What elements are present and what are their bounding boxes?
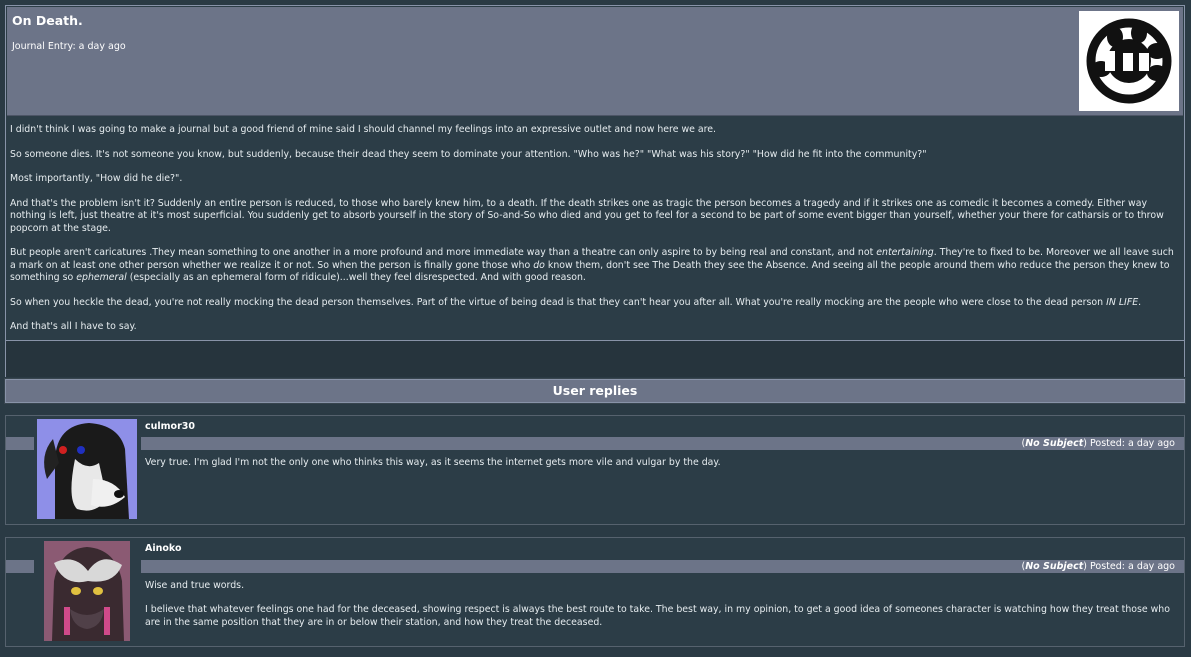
journal-paragraph: Most importantly, "How did he die?". <box>10 173 183 184</box>
reply-text: Very true. I'm glad I'm not the only one… <box>145 456 721 468</box>
journal-meta: Journal Entry: a day ago <box>12 41 126 52</box>
journal-header: On Death. Journal Entry: a day ago <box>7 7 1183 116</box>
reply-username[interactable]: culmor30 <box>145 421 195 432</box>
reply-text: Wise and true words. <box>145 579 245 591</box>
reply: culmor30 (No Subject) Posted: a day ago … <box>5 414 1185 525</box>
reply: Ainoko (No Subject) Posted: a day ago Wi… <box>5 536 1185 647</box>
reply-subject: No Subject <box>1025 560 1084 572</box>
reply-meta-bar: (No Subject) Posted: a day ago <box>141 436 1184 450</box>
reply-meta-bar: (No Subject) Posted: a day ago <box>141 559 1184 573</box>
reply-posted: Posted: a day ago <box>1090 437 1175 449</box>
emphasis-text: entertaining <box>876 247 934 258</box>
author-logo-icon <box>1081 13 1177 109</box>
journal-title: On Death. <box>12 13 83 28</box>
journal-paragraph: I didn't think I was going to make a jou… <box>10 124 717 135</box>
reply-username[interactable]: Ainoko <box>145 543 182 554</box>
user-avatar[interactable] <box>37 418 137 519</box>
reply-text: I believe that whatever feelings one had… <box>145 604 1170 628</box>
journal-footer <box>5 340 1185 377</box>
reply-subject: No Subject <box>1025 437 1084 449</box>
wolf-avatar-icon <box>44 540 130 641</box>
journal-paragraph: So when you heckle the dead, you're not … <box>10 296 1142 308</box>
reply-posted: Posted: a day ago <box>1090 560 1175 572</box>
replies-header: User replies <box>4 377 1186 404</box>
user-avatar[interactable] <box>44 540 130 641</box>
emphasis-text: do <box>533 259 545 271</box>
journal-paragraph: So someone dies. It's not someone you kn… <box>10 148 927 160</box>
journal-entry: On Death. Journal Entry: a day ago I did… <box>5 5 1185 341</box>
emphasis-text: IN LIFE <box>1106 296 1139 308</box>
dog-avatar-icon <box>37 418 137 519</box>
emphasis-text: ephemeral <box>76 272 127 283</box>
journal-body: I didn't think I was going to make a jou… <box>6 117 1184 340</box>
reply-body: Very true. I'm glad I'm not the only one… <box>145 457 1172 482</box>
reply-tab <box>6 436 34 450</box>
reply-tab <box>6 559 34 573</box>
journal-paragraph: And that's the problem isn't it? Suddenl… <box>10 197 1164 234</box>
page: On Death. Journal Entry: a day ago I did… <box>4 5 1186 647</box>
journal-paragraph: But people aren't caricatures .They mean… <box>10 247 1174 283</box>
reply-body: Wise and true words. I believe that what… <box>145 580 1172 642</box>
author-avatar[interactable] <box>1079 11 1179 111</box>
journal-paragraph: And that's all I have to say. <box>10 321 137 332</box>
